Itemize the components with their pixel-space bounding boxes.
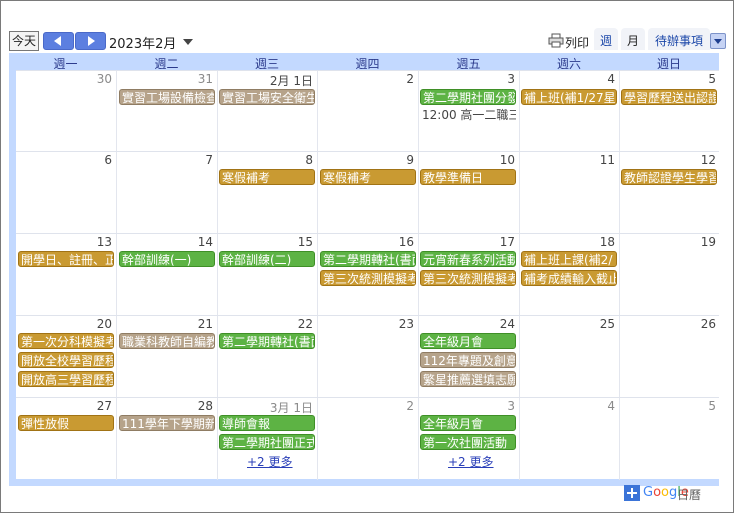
calendar-event[interactable]: 111學年下學期新 (119, 415, 215, 431)
day-number[interactable]: 19 (620, 235, 716, 249)
tab-week[interactable]: 週 (594, 28, 618, 50)
week-row: 13 14 15 16 17 18 19 開學日、註冊、正 幹部訓練(一) 幹部… (16, 233, 719, 316)
day-number[interactable]: 2月 1日 (217, 72, 313, 89)
calendar-event[interactable]: 第二學期社團分發 (420, 89, 516, 105)
calendar-event[interactable]: 幹部訓練(一) (119, 251, 215, 267)
calendar-event[interactable]: 全年級月會 (420, 415, 516, 431)
calendar-event[interactable]: 112年專題及創意 (420, 352, 516, 368)
today-button[interactable]: 今天 (9, 31, 39, 51)
more-events-link[interactable]: +2 更多 (448, 453, 494, 470)
current-month-label: 2023年2月 (109, 37, 177, 52)
day-number[interactable]: 5 (620, 399, 716, 413)
calendar-event[interactable]: 開放全校學習歷程 (18, 352, 114, 368)
calendar-event[interactable]: 寒假補考 (320, 169, 416, 185)
day-number[interactable]: 4 (519, 399, 615, 413)
print-icon[interactable] (548, 33, 564, 48)
day-number[interactable]: 31 (117, 72, 213, 86)
calendar-event[interactable]: 學習歷程送出認證 (621, 89, 717, 105)
week-row: 27 28 3月 1日 2 3 4 5 彈性放假 111學年下學期新 導師會報 … (16, 397, 719, 480)
day-number[interactable]: 27 (16, 399, 112, 413)
calendar-event[interactable]: 第二學期社團正式 (219, 434, 315, 450)
view-dropdown-button[interactable] (710, 33, 726, 49)
calendar-wordmark: 日曆 (677, 488, 702, 502)
day-number[interactable]: 3 (419, 399, 515, 413)
day-number[interactable]: 15 (217, 235, 313, 249)
day-number[interactable]: 8 (217, 153, 313, 167)
calendar-event[interactable]: 全年級月會 (420, 333, 516, 349)
day-number[interactable]: 25 (519, 317, 615, 331)
calendar-event[interactable]: 補考成績輸入截止 (521, 270, 617, 286)
week-row: 30 31 2月 1日 2 3 4 5 實習工場設備檢查 實習工場安全衛生 第二… (16, 70, 719, 152)
chevron-left-icon (54, 36, 61, 46)
calendar-toolbar: 今天 2023年2月 列印 週 月 待辦事項 (8, 28, 728, 54)
weekday-header: 週一 週二 週三 週四 週五 週六 週日 (9, 53, 719, 71)
tab-agenda[interactable]: 待辦事項 (648, 28, 710, 50)
calendar-event[interactable]: 元宵新春系列活動 (420, 251, 516, 267)
day-number[interactable]: 26 (620, 317, 716, 331)
month-dropdown-icon[interactable] (183, 39, 193, 45)
calendar-event[interactable]: 寒假補考 (219, 169, 315, 185)
chevron-right-icon (88, 36, 95, 46)
day-number[interactable]: 30 (16, 72, 112, 86)
day-number[interactable]: 18 (519, 235, 615, 249)
day-number[interactable]: 22 (217, 317, 313, 331)
day-number[interactable]: 21 (117, 317, 213, 331)
calendar-event[interactable]: 實習工場安全衛生 (219, 89, 315, 105)
day-number[interactable]: 23 (318, 317, 414, 331)
calendar-event[interactable]: 繁星推薦選填志願 (420, 371, 516, 387)
calendar-event[interactable]: 教學準備日 (420, 169, 516, 185)
day-number[interactable]: 3 (419, 72, 515, 86)
week-row: 6 7 8 9 10 11 12 寒假補考 寒假補考 教學準備日 教師認證學生學… (16, 151, 719, 234)
calendar-event[interactable]: 補上班(補1/27星 (521, 89, 617, 105)
print-link[interactable]: 列印 (565, 34, 589, 51)
day-number[interactable]: 10 (419, 153, 515, 167)
calendar-event[interactable]: 第一次分科模擬考 (18, 333, 114, 349)
calendar-event[interactable]: 職業科教師自編教 (119, 333, 215, 349)
day-number[interactable]: 7 (117, 153, 213, 167)
month-calendar: 週一 週二 週三 週四 週五 週六 週日 30 31 2月 1日 2 3 4 5… (9, 53, 719, 486)
calendar-event[interactable]: 補上班上課(補2/ (521, 251, 617, 267)
calendar-event[interactable]: 第三次統測模擬考 (320, 270, 416, 286)
day-number[interactable]: 24 (419, 317, 515, 331)
day-number[interactable]: 4 (519, 72, 615, 86)
calendar-event[interactable]: 彈性放假 (18, 415, 114, 431)
prev-month-button[interactable] (43, 32, 74, 50)
calendar-event[interactable]: 第二學期轉社(書面 (219, 333, 315, 349)
day-number[interactable]: 11 (519, 153, 615, 167)
calendar-event[interactable]: 第二學期轉社(書面 (320, 251, 416, 267)
day-number[interactable]: 9 (318, 153, 414, 167)
calendar-event[interactable]: 開放高三學習歷程 (18, 371, 114, 387)
day-number[interactable]: 14 (117, 235, 213, 249)
day-number[interactable]: 17 (419, 235, 515, 249)
day-number[interactable]: 2 (318, 72, 414, 86)
chevron-down-icon (714, 39, 722, 44)
day-number[interactable]: 16 (318, 235, 414, 249)
next-month-button[interactable] (75, 32, 106, 50)
tab-month[interactable]: 月 (621, 28, 645, 50)
calendar-grid: 30 31 2月 1日 2 3 4 5 實習工場設備檢查 實習工場安全衛生 第二… (15, 70, 719, 480)
calendar-event[interactable]: 導師會報 (219, 415, 315, 431)
calendar-event[interactable]: 第一次社團活動 (420, 434, 516, 450)
calendar-event[interactable]: 第三次統測模擬考 (420, 270, 516, 286)
day-number[interactable]: 20 (16, 317, 112, 331)
add-plus-icon (624, 485, 640, 501)
more-events-link[interactable]: +2 更多 (247, 453, 293, 470)
calendar-event[interactable]: 12:00 高一二職三 (420, 107, 516, 123)
day-number[interactable]: 12 (620, 153, 716, 167)
calendar-event[interactable]: 開學日、註冊、正 (18, 251, 114, 267)
day-number[interactable]: 13 (16, 235, 112, 249)
day-number[interactable]: 5 (620, 72, 716, 86)
day-number[interactable]: 28 (117, 399, 213, 413)
calendar-event[interactable]: 教師認證學生學習 (621, 169, 717, 185)
day-number[interactable]: 2 (318, 399, 414, 413)
week-row: 20 21 22 23 24 25 26 第一次分科模擬考 職業科教師自編教 第… (16, 315, 719, 398)
day-number[interactable]: 3月 1日 (217, 399, 313, 416)
calendar-event[interactable]: 實習工場設備檢查 (119, 89, 215, 105)
day-number[interactable]: 6 (16, 153, 112, 167)
calendar-event[interactable]: 幹部訓練(二) (219, 251, 315, 267)
